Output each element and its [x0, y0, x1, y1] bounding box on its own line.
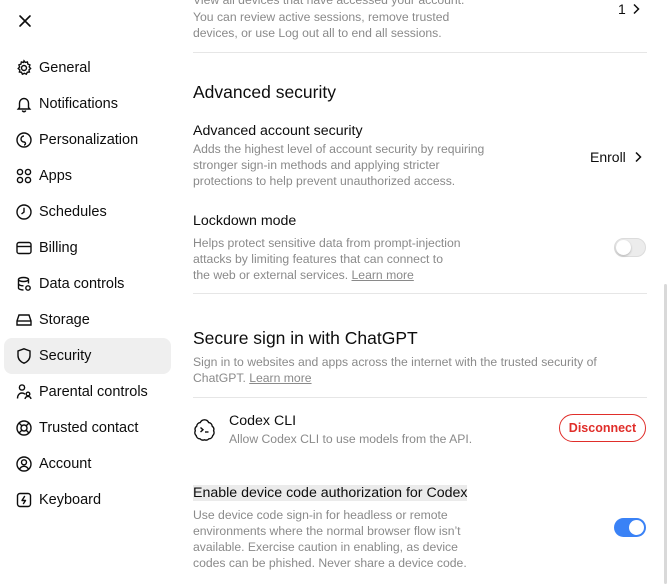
shield-icon: [14, 346, 34, 366]
security-settings-panel: View all devices that have accessed your…: [193, 0, 647, 584]
section-title-advanced-security: Advanced security: [193, 82, 336, 102]
sidebar-item-data-controls[interactable]: Data controls: [4, 266, 171, 302]
sidebar-item-keyboard[interactable]: Keyboard: [4, 482, 171, 518]
codex-cli-desc: Allow Codex CLI to use models from the A…: [229, 432, 473, 446]
advanced-account-security-desc-line2: stronger sign-in methods and applying st…: [193, 158, 440, 172]
keyboard-icon: [14, 490, 34, 510]
lockdown-mode-desc-line3: the web or external services. Learn more: [193, 267, 414, 283]
divider: [193, 397, 647, 398]
divider: [193, 293, 647, 294]
sidebar-item-parental-controls[interactable]: Parental controls: [4, 374, 171, 410]
sidebar-item-storage[interactable]: Storage: [4, 302, 171, 338]
advanced-account-security-desc-line3: protections to help prevent unauthorized…: [193, 174, 456, 188]
gear-icon: [14, 58, 34, 78]
sessions-count: 1: [618, 1, 626, 17]
secure-sign-in-desc-line2: ChatGPT. Learn more: [193, 370, 312, 386]
sidebar-item-account[interactable]: Account: [4, 446, 171, 482]
sessions-description-line2: You can review active sessions, remove t…: [193, 10, 450, 24]
secure-sign-in-learn-more-link[interactable]: Learn more: [249, 371, 311, 385]
sidebar-item-trusted-contact[interactable]: Trusted contact: [4, 410, 171, 446]
sessions-description-line1: View all devices that have accessed your…: [193, 0, 465, 7]
enroll-label: Enroll: [590, 149, 626, 165]
device-code-title-text: Enable device code authorization for Cod…: [193, 485, 468, 501]
sidebar-item-security[interactable]: Security: [4, 338, 171, 374]
sidebar-item-schedules[interactable]: Schedules: [4, 194, 171, 230]
lockdown-mode-toggle[interactable]: [614, 238, 646, 257]
bell-icon: [14, 94, 34, 114]
sidebar-item-label: Data controls: [39, 276, 125, 292]
sidebar-item-apps[interactable]: Apps: [4, 158, 171, 194]
toggle-knob: [616, 240, 631, 255]
personalization-icon: [14, 130, 34, 150]
enroll-button[interactable]: Enroll: [590, 149, 642, 165]
sidebar-item-general[interactable]: General: [4, 50, 171, 86]
sessions-description-line3: devices, or use Log out all to end all s…: [193, 26, 442, 40]
sidebar-item-label: General: [39, 60, 91, 76]
advanced-account-security-desc-line1: Adds the highest level of account securi…: [193, 142, 485, 156]
lifebuoy-icon: [14, 418, 34, 438]
sessions-count-link[interactable]: 1: [618, 1, 640, 17]
sidebar-item-notifications[interactable]: Notifications: [4, 86, 171, 122]
sidebar-item-label: Parental controls: [39, 384, 148, 400]
lockdown-mode-desc-line1: Helps protect sensitive data from prompt…: [193, 236, 461, 250]
secure-sign-in-desc-line1: Sign in to websites and apps across the …: [193, 355, 597, 369]
divider: [193, 52, 647, 53]
sidebar-item-label: Keyboard: [39, 492, 102, 508]
device-code-desc-line4: codes can be phished. Never share a devi…: [193, 556, 467, 570]
lockdown-mode-desc-line2: attacks by limiting features that can co…: [193, 252, 443, 266]
sidebar-item-label: Personalization: [39, 132, 139, 148]
sidebar-item-label: Apps: [39, 168, 73, 184]
chevron-right-icon: [633, 3, 640, 15]
sidebar-item-personalization[interactable]: Personalization: [4, 122, 171, 158]
sidebar-item-label: Notifications: [39, 96, 118, 112]
toggle-knob: [629, 520, 644, 535]
device-code-desc-line1: Use device code sign-in for headless or …: [193, 508, 448, 522]
section-title-secure-sign-in: Secure sign in with ChatGPT: [193, 328, 418, 348]
apps-grid-icon: [14, 166, 34, 186]
disconnect-button[interactable]: Disconnect: [559, 414, 646, 442]
advanced-account-security-title: Advanced account security: [193, 123, 363, 139]
secure-sign-in-desc-text: ChatGPT.: [193, 371, 250, 385]
settings-sidebar: General Notifications Personalization Ap…: [0, 50, 176, 518]
storage-icon: [14, 310, 34, 330]
clock-icon: [14, 202, 34, 222]
codex-cli-title: Codex CLI: [229, 413, 297, 429]
parental-icon: [14, 382, 34, 402]
sidebar-item-label: Billing: [39, 240, 78, 256]
lockdown-mode-title: Lockdown mode: [193, 213, 297, 229]
device-code-title: Enable device code authorization for Cod…: [193, 485, 468, 501]
lockdown-mode-desc-text: the web or external services.: [193, 268, 352, 282]
device-code-desc-line2: environments where the normal browser fl…: [193, 524, 461, 538]
close-button[interactable]: [14, 10, 36, 32]
sidebar-item-label: Schedules: [39, 204, 107, 220]
device-code-desc-line3: available. Exercise caution in enabling,…: [193, 540, 458, 554]
sidebar-item-label: Storage: [39, 312, 90, 328]
sidebar-item-label: Security: [39, 348, 92, 364]
user-circle-icon: [14, 454, 34, 474]
scrollbar[interactable]: [664, 284, 667, 584]
codex-cli-icon: [193, 418, 216, 446]
close-icon: [19, 15, 31, 27]
sidebar-item-billing[interactable]: Billing: [4, 230, 171, 266]
lockdown-learn-more-link[interactable]: Learn more: [352, 268, 414, 282]
sidebar-item-label: Trusted contact: [39, 420, 139, 436]
chevron-right-icon: [635, 151, 642, 163]
sidebar-item-label: Account: [39, 456, 92, 472]
credit-card-icon: [14, 238, 34, 258]
database-icon: [14, 274, 34, 294]
device-code-toggle[interactable]: [614, 518, 646, 537]
